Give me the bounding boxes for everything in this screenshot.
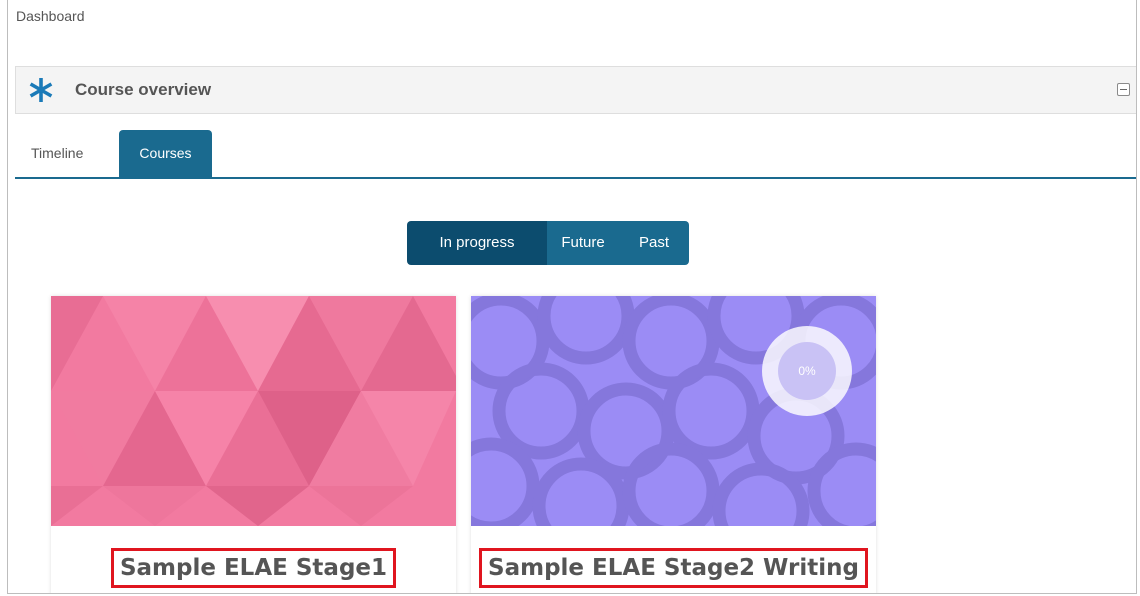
page-frame: Dashboard Course overview Timeline Cours… — [7, 0, 1137, 594]
course-image[interactable] — [51, 296, 456, 526]
asterisk-icon — [29, 78, 53, 102]
course-card[interactable]: Sample ELAE Stage1 — [51, 296, 456, 593]
course-name-wrap: Sample ELAE Stage2 Writing — [471, 548, 876, 588]
filter-past-button[interactable]: Past — [619, 221, 689, 265]
course-card[interactable]: 0% Sample ELAE Stage2 Writing — [471, 296, 876, 593]
block-title: Course overview — [75, 80, 212, 99]
course-name-link[interactable]: Sample ELAE Stage2 Writing — [479, 548, 868, 588]
course-overview-header: Course overview — [15, 66, 1136, 114]
course-name-link[interactable]: Sample ELAE Stage1 — [110, 548, 397, 588]
course-name-wrap: Sample ELAE Stage1 — [51, 548, 456, 588]
progress-ring: 0% — [762, 326, 852, 416]
course-tabs: Timeline Courses — [15, 130, 1136, 179]
tab-timeline[interactable]: Timeline — [15, 130, 99, 177]
progress-label: 0% — [778, 342, 836, 400]
filter-in-progress-button[interactable]: In progress — [407, 221, 547, 265]
breadcrumb[interactable]: Dashboard — [16, 8, 85, 24]
tab-courses[interactable]: Courses — [119, 130, 212, 177]
collapse-block-button[interactable] — [1117, 83, 1130, 96]
course-filter-group: In progress Future Past — [407, 221, 689, 265]
filter-future-button[interactable]: Future — [547, 221, 619, 265]
